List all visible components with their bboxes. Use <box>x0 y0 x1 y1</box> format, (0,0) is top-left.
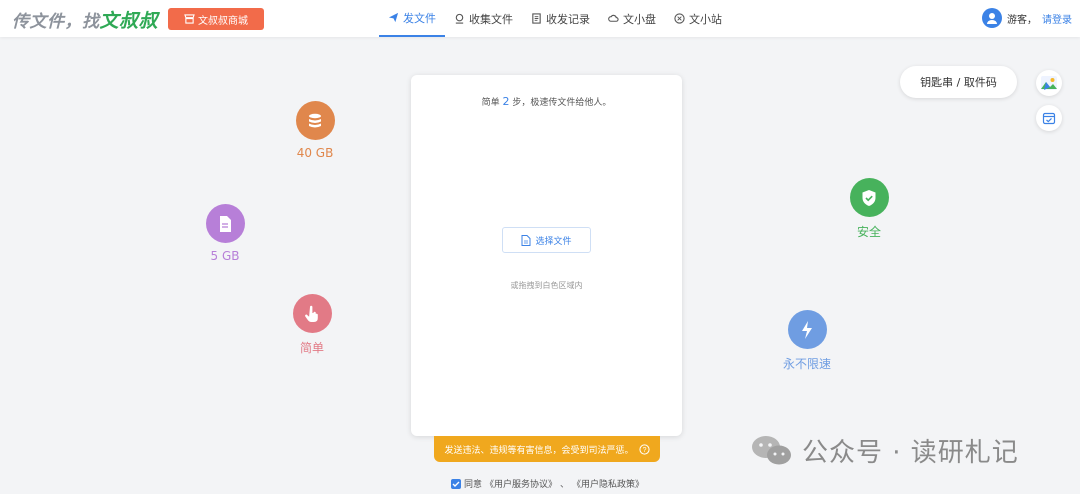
tab-cloud-disk[interactable]: 文小盘 <box>599 0 665 37</box>
privacy-link[interactable]: 《用户隐私政策》 <box>572 477 644 490</box>
upload-title-prefix: 简单 <box>481 98 500 108</box>
choose-file-button[interactable]: 选择文件 <box>502 227 591 253</box>
watermark-text: 公众号 · 读研札记 <box>802 438 1019 468</box>
record-icon <box>532 13 541 24</box>
upload-title-steps: 2 <box>502 95 510 108</box>
login-link[interactable]: 请登录 <box>1042 11 1072 26</box>
wechat-icon <box>752 435 791 464</box>
feature-file-size: 5 GB <box>185 204 265 263</box>
terms-link[interactable]: 《用户服务协议》 <box>485 477 557 490</box>
shop-button[interactable]: 文叔叔商城 <box>168 8 264 30</box>
feature-safe: 安全 <box>829 178 909 240</box>
tab-send-file-label: 发文件 <box>403 11 436 25</box>
feature-storage-label: 40 GB <box>296 146 334 160</box>
svg-text:?: ? <box>642 446 646 453</box>
feature-speed: 永不限速 <box>767 310 847 372</box>
tab-send-file[interactable]: 发文件 <box>379 0 445 37</box>
feature-safe-label: 安全 <box>856 225 881 239</box>
image-icon[interactable] <box>1036 70 1062 96</box>
logo-prefix: 传文件，找 <box>12 12 100 32</box>
calendar-check-icon[interactable] <box>1036 105 1062 131</box>
paper-plane-icon <box>388 12 399 23</box>
hand-pointer-icon <box>292 294 332 333</box>
guest-label: 游客， <box>1007 14 1037 26</box>
agreement-row: 同意 《用户服务协议》 、 《用户隐私政策》 <box>451 477 644 490</box>
watermark: 公众号 · 读研札记 <box>750 432 1019 469</box>
logo-brand: 文叔叔 <box>99 10 159 32</box>
help-icon[interactable]: ? <box>638 443 650 455</box>
upload-title-suffix: 步，极速传文件给他人。 <box>512 98 612 108</box>
cloud-disk-icon <box>608 14 619 22</box>
top-header: 传文件，找文叔叔 文叔叔商城 发文件 收集文件 收发记录 文小盘 文小站 游客，… <box>0 0 1080 37</box>
avatar[interactable] <box>982 8 1002 28</box>
tab-records[interactable]: 收发记录 <box>522 0 599 37</box>
feature-simple-label: 简单 <box>299 341 324 355</box>
check-icon <box>452 481 460 487</box>
feature-storage: 40 GB <box>275 101 355 160</box>
tab-collect-file[interactable]: 收集文件 <box>445 0 522 37</box>
tab-site[interactable]: 文小站 <box>665 0 731 37</box>
feature-speed-label: 永不限速 <box>782 357 831 371</box>
site-icon <box>674 13 685 24</box>
tab-cloud-disk-label: 文小盘 <box>623 12 656 26</box>
file-icon <box>521 234 531 246</box>
agree-separator: 、 <box>560 480 570 490</box>
drop-hint: 或拖拽到白色区域内 <box>510 281 583 290</box>
site-logo[interactable]: 传文件，找文叔叔 <box>12 6 158 33</box>
tab-site-label: 文小站 <box>689 12 722 26</box>
document-icon <box>205 204 245 243</box>
tab-collect-file-label: 收集文件 <box>469 12 513 26</box>
key-code-button[interactable]: 钥匙串 / 取件码 <box>900 66 1017 98</box>
feature-file-size-label: 5 GB <box>210 249 240 263</box>
shield-icon <box>849 178 889 217</box>
shop-button-label: 文叔叔商城 <box>198 15 248 27</box>
lightning-icon <box>787 310 827 349</box>
user-icon <box>987 13 997 24</box>
feature-simple: 简单 <box>272 294 352 356</box>
upload-dropzone[interactable]: 简单 2 步，极速传文件给他人。 选择文件 或拖拽到白色区域内 <box>411 75 682 436</box>
legal-warning-banner: 发送违法、违规等有害信息，会受到司法严惩。 ? <box>434 436 660 462</box>
legal-warning-text: 发送违法、违规等有害信息，会受到司法严惩。 <box>444 445 634 456</box>
agree-checkbox[interactable] <box>451 478 461 489</box>
user-area: 游客， 请登录 <box>982 8 1072 28</box>
choose-file-label: 选择文件 <box>535 236 572 247</box>
shop-icon <box>184 14 195 24</box>
agree-prefix: 同意 <box>464 480 483 490</box>
main-nav: 发文件 收集文件 收发记录 文小盘 文小站 <box>379 0 731 37</box>
collect-icon <box>455 13 464 24</box>
upload-title: 简单 2 步，极速传文件给他人。 <box>411 95 682 108</box>
database-icon <box>295 101 335 140</box>
tab-records-label: 收发记录 <box>546 12 590 26</box>
